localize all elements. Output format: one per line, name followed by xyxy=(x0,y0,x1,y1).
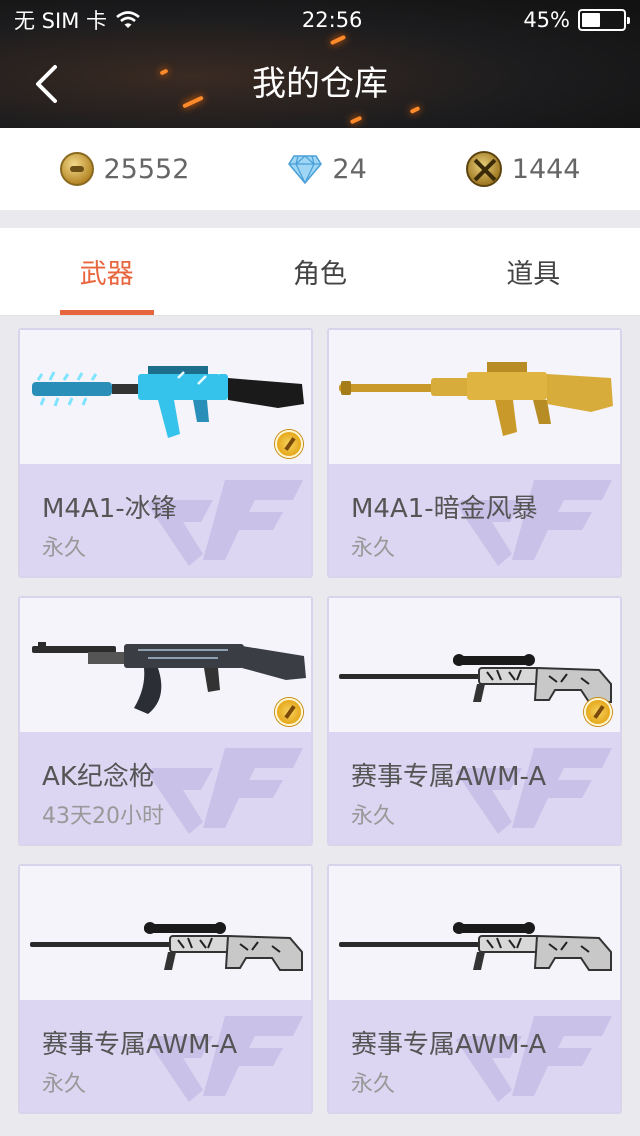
gem-balance: 24 xyxy=(288,153,367,185)
weapon-info: M4A1-暗金风暴永久 xyxy=(329,464,620,576)
page-title: 我的仓库 xyxy=(252,64,388,104)
weapon-duration: 永久 xyxy=(351,536,396,561)
coin-count: 25552 xyxy=(103,153,190,185)
weapon-image xyxy=(32,642,306,714)
weapon-info: 赛事专属AWM-A 永久 xyxy=(329,732,620,844)
weapon-info: M4A1-冰锋永久 xyxy=(20,464,311,576)
weapon-info: 赛事专属AWM-A 永久 xyxy=(20,1000,311,1112)
weapon-card[interactable]: 赛事专属AWM-A 永久 xyxy=(18,864,313,1114)
medal-balance: 1444 xyxy=(465,151,581,187)
weapon-image-area xyxy=(329,330,620,464)
weapon-image-area xyxy=(20,598,311,732)
weapon-duration: 永久 xyxy=(351,1072,396,1097)
medal-badge-icon xyxy=(275,430,303,458)
tab-weapons[interactable]: 武器 xyxy=(0,228,213,315)
weapon-image xyxy=(339,362,613,436)
weapon-card[interactable]: 赛事专属AWM-A 永久 xyxy=(327,596,622,846)
battery-icon xyxy=(578,9,630,31)
weapon-duration: 永久 xyxy=(42,1072,87,1097)
medal-badge-icon xyxy=(584,698,612,726)
weapon-image xyxy=(339,922,612,971)
weapon-name: AK纪念枪 xyxy=(42,762,155,792)
tab-characters[interactable]: 角色 xyxy=(213,228,426,315)
weapon-card[interactable]: M4A1-暗金风暴永久 xyxy=(327,328,622,578)
category-tabs: 武器 角色 道具 xyxy=(0,228,640,316)
weapon-name: 赛事专属AWM-A xyxy=(351,1030,547,1060)
weapon-image-area xyxy=(329,598,620,732)
clock: 22:56 xyxy=(301,8,363,32)
weapon-name: M4A1-冰锋 xyxy=(42,494,177,524)
weapon-card[interactable]: M4A1-冰锋永久 xyxy=(18,328,313,578)
gem-count: 24 xyxy=(332,153,367,185)
weapon-image-area xyxy=(20,866,311,1000)
weapon-name: 赛事专属AWM-A xyxy=(351,762,547,792)
weapon-duration: 43天20小时 xyxy=(42,804,164,829)
diamond-icon xyxy=(288,155,323,184)
status-bar: 无 SIM 卡 22:56 45% xyxy=(0,0,640,40)
medal-count: 1444 xyxy=(511,153,581,185)
weapon-image-area xyxy=(20,330,311,464)
weapon-image xyxy=(339,654,612,703)
cf-watermark-icon xyxy=(147,748,303,834)
coin-balance: 25552 xyxy=(59,152,190,186)
battery-percent: 45% xyxy=(523,8,570,32)
medal-badge-icon xyxy=(275,698,303,726)
weapon-image xyxy=(30,922,303,971)
weapon-name: M4A1-暗金风暴 xyxy=(351,494,538,524)
tab-items[interactable]: 道具 xyxy=(427,228,640,315)
weapon-card[interactable]: AK纪念枪 43天20小时 xyxy=(18,596,313,846)
weapon-name: 赛事专属AWM-A xyxy=(42,1030,238,1060)
carrier-label: 无 SIM 卡 xyxy=(14,9,107,33)
weapon-info: 赛事专属AWM-A 永久 xyxy=(329,1000,620,1112)
coin-icon xyxy=(59,152,94,186)
weapon-info: AK纪念枪 43天20小时 xyxy=(20,732,311,844)
weapon-image xyxy=(32,366,304,438)
wifi-icon xyxy=(116,11,140,28)
weapon-duration: 永久 xyxy=(351,804,396,829)
weapon-card[interactable]: 赛事专属AWM-A 永久 xyxy=(327,864,622,1114)
weapon-image-area xyxy=(329,866,620,1000)
weapon-duration: 永久 xyxy=(42,536,87,561)
currency-bar: 25552 24 1444 xyxy=(0,128,640,210)
crossed-swords-icon xyxy=(465,151,502,187)
